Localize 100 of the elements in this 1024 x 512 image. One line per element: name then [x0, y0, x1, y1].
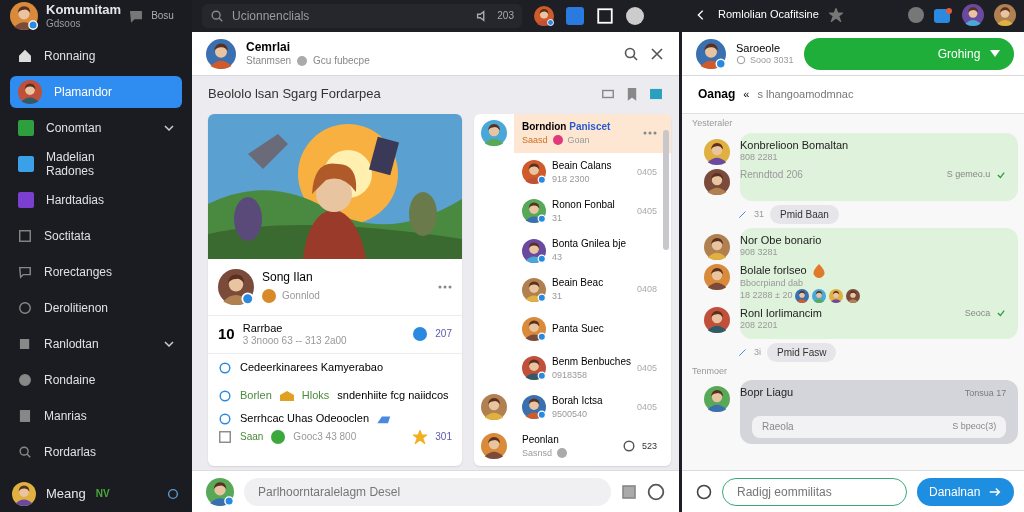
- stat-subtitle: 3 3nooo 63 -- 313 2a00: [242, 334, 348, 347]
- sidebar-item[interactable]: Hardtadias: [10, 184, 182, 216]
- avatar: [522, 395, 546, 420]
- avatar: [522, 356, 546, 381]
- search-field[interactable]: Ucionnenclials 203: [202, 4, 522, 28]
- contact-item[interactable]: Borndion Paniscet Saasd Goan: [514, 113, 671, 153]
- contact-item[interactable]: Peonlan Sasnsd 523: [514, 426, 671, 466]
- avatar: [534, 6, 554, 26]
- contact-subtitle: 918 2300: [552, 173, 590, 185]
- home-icon: [18, 49, 32, 63]
- message-status: Tonsua 17: [964, 387, 1007, 399]
- status-dot-icon: [552, 135, 563, 146]
- contact-item[interactable]: Beain Calans 918 2300 0405: [514, 152, 671, 192]
- cake-icon: [279, 390, 294, 401]
- avatar: [481, 120, 507, 147]
- stat-number: 10: [218, 325, 235, 344]
- contact-name: Peonlan: [522, 434, 560, 446]
- activity-tag: Hloks: [301, 389, 330, 403]
- avatar: [846, 288, 861, 303]
- avatar: [704, 168, 730, 195]
- avatar: [522, 316, 546, 341]
- video-icon[interactable]: [934, 7, 953, 23]
- activity-text: Cedeerkinarees Kamyerabao: [240, 361, 384, 375]
- caret-icon: [990, 49, 1001, 58]
- contact-time: 523: [641, 441, 657, 452]
- chat-title: Romlolian Ocafitsine: [718, 8, 819, 22]
- pencil-icon: [738, 347, 748, 358]
- section-title: Beololo lsan Sgarg Fordarpea: [208, 86, 382, 102]
- activity-tag: Saan: [240, 430, 264, 443]
- send-button[interactable]: Danalnan: [917, 477, 1015, 506]
- sidebar-item[interactable]: Ronnaing: [10, 40, 182, 72]
- more-icon[interactable]: [643, 131, 657, 136]
- contact-subtitle: 9500540: [552, 408, 588, 420]
- avatar: [704, 233, 730, 260]
- contact-item[interactable]: Bonta Gnilea bje 43: [514, 231, 671, 271]
- author-name: Song Ilan: [262, 270, 314, 285]
- reply-chip[interactable]: Pmid Fasw: [767, 342, 837, 362]
- chevron-down-icon[interactable]: [164, 125, 174, 131]
- sidebar-item[interactable]: Rondaine: [10, 364, 182, 396]
- message-title: Konbrelioon Bomaltan: [740, 138, 850, 152]
- avatar: [522, 277, 546, 302]
- search-icon: [18, 445, 32, 459]
- avatar: [522, 199, 546, 224]
- sidebar-item[interactable]: Rordarlas: [10, 436, 182, 468]
- avatar: [704, 306, 730, 333]
- stat-count: 207: [435, 328, 452, 341]
- comment-field[interactable]: Parlhoorntaralelagm Desel: [244, 477, 611, 506]
- reply-meta: S bpeoc(3): [952, 421, 997, 434]
- message-title: Nor Obe bonario: [740, 233, 823, 247]
- message-title: Bopr Liagu: [740, 386, 795, 400]
- circle-icon: [218, 360, 232, 375]
- sidebar-item[interactable]: Conomtan: [10, 112, 182, 144]
- scrollbar[interactable]: [663, 129, 669, 250]
- chevron-down-icon[interactable]: [164, 341, 174, 347]
- message-time: 808 2281: [740, 152, 779, 163]
- contact-name: Benm Benbuches: [552, 355, 631, 368]
- reply-chip[interactable]: Pmid Baan: [770, 204, 839, 224]
- pencil-icon: [738, 209, 748, 220]
- contact-item[interactable]: Ronon Fonbal 31 0405: [514, 191, 671, 232]
- avatar: [10, 2, 38, 30]
- chat-icon: [129, 9, 144, 23]
- contact-time: 0405: [636, 166, 657, 178]
- bookmark-icon: [625, 86, 639, 101]
- feed-subtitle: Stanmsen: [246, 54, 292, 67]
- activity-meta: Gooc3 43 800: [293, 430, 358, 443]
- chat-icon: [18, 265, 32, 279]
- contact-item[interactable]: Beain Beac 31 0408: [514, 270, 671, 310]
- sidebar-item[interactable]: Manrias: [10, 400, 182, 432]
- star-icon: [413, 429, 428, 444]
- activity-count: 301: [435, 430, 452, 443]
- avatar: [704, 138, 730, 165]
- contact-item[interactable]: Borah Ictsa 9500540 0405: [514, 387, 671, 427]
- avatar: [994, 4, 1017, 26]
- contact-time: 0408: [636, 284, 657, 296]
- avatar: [522, 160, 546, 185]
- contact-meta: Goan: [567, 134, 590, 146]
- contact-item[interactable]: Panta Suec: [514, 309, 671, 349]
- profile-status: Gdsoos: [46, 17, 82, 30]
- sidebar-item[interactable]: Derolitienon: [10, 292, 182, 324]
- more-icon[interactable]: [438, 284, 452, 289]
- frame-icon: [218, 429, 232, 444]
- message-time: 908 3281: [740, 247, 779, 258]
- message-field[interactable]: Radigj eommilitas: [722, 477, 907, 506]
- contact-name: Beain Beac: [552, 277, 605, 290]
- avatar: [696, 38, 726, 69]
- contact-time: 0405: [636, 401, 657, 413]
- user-tag-text: NV: [95, 488, 110, 500]
- avatar: [522, 238, 546, 263]
- sidebar-item[interactable]: Ranlodtan: [10, 328, 182, 360]
- contact-time: 0405: [636, 362, 657, 374]
- contact-name: Bonta Gnilea bje: [552, 238, 627, 251]
- circle-icon: [218, 411, 232, 426]
- feed-title: Cemrlai: [246, 40, 292, 55]
- sidebar-item[interactable]: Rorectanges: [10, 256, 182, 288]
- circle-icon: [218, 388, 232, 403]
- document-icon: [18, 409, 32, 423]
- sidebar-item[interactable]: Soctitata: [10, 220, 182, 252]
- avatar: [206, 477, 234, 506]
- contact-name: Saroeole: [736, 41, 782, 55]
- sidebar-item[interactable]: Madelian Radones: [10, 148, 182, 180]
